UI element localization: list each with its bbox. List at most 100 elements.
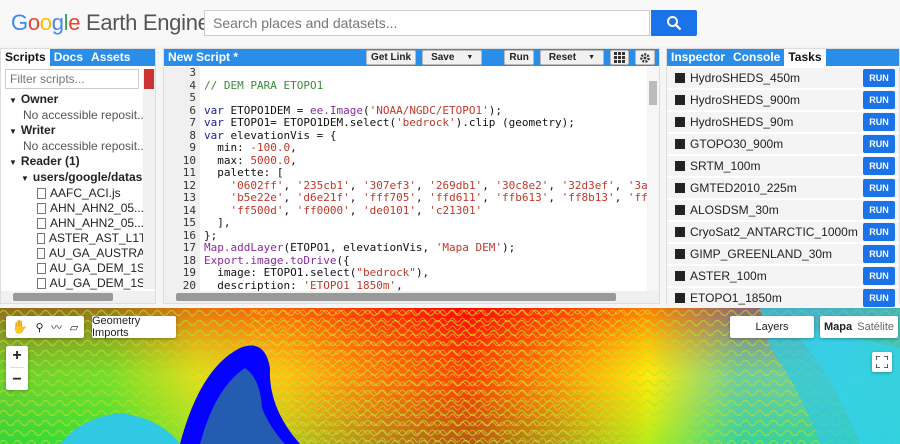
search-input[interactable]: [204, 10, 650, 36]
caret-down-icon: ▼: [9, 127, 17, 136]
task-row: CryoSat2_ANTARCTIC_1000m RUN: [667, 222, 899, 242]
scroll-thumb[interactable]: [13, 293, 113, 301]
tab-console[interactable]: Console: [729, 49, 784, 66]
script-file[interactable]: AHN_AHN2_05...: [1, 201, 155, 216]
tree-writer[interactable]: ▼ Writer: [1, 123, 155, 139]
script-file[interactable]: AHN_AHN2_05...: [1, 216, 155, 231]
code-line[interactable]: ],: [204, 216, 659, 230]
tab-docs[interactable]: Docs: [50, 49, 87, 66]
task-run-button[interactable]: RUN: [863, 289, 895, 307]
marker-icon[interactable]: ⚲: [36, 321, 44, 334]
line-number: 5: [189, 91, 196, 104]
tab-tasks[interactable]: Tasks: [784, 49, 826, 66]
tab-assets[interactable]: Assets: [87, 49, 134, 66]
search-button[interactable]: [651, 10, 697, 36]
file-list: AAFC_ACI.js AHN_AHN2_05... AHN_AHN2_05... A…: [1, 186, 155, 291]
task-run-button[interactable]: RUN: [863, 201, 895, 219]
task-run-button[interactable]: RUN: [863, 267, 895, 285]
tab-inspector[interactable]: Inspector: [667, 49, 729, 66]
logo-earth-engine: Earth Engine: [85, 10, 210, 35]
tree-reader[interactable]: ▼ Reader (1): [1, 154, 155, 170]
dropdown-arrow-icon: ▼: [466, 54, 474, 61]
task-run-button[interactable]: RUN: [863, 91, 895, 109]
tree-owner-label: Owner: [20, 92, 59, 106]
script-file[interactable]: AU_GA_DEM_1S...: [1, 276, 155, 291]
left-horizontal-scrollbar[interactable]: [1, 291, 155, 303]
script-file[interactable]: ASTER_AST_L1T...: [1, 231, 155, 246]
scroll-thumb[interactable]: [649, 81, 657, 105]
scroll-thumb[interactable]: [176, 293, 616, 301]
map-type-satelite[interactable]: Satélite: [857, 321, 894, 333]
script-file[interactable]: AAFC_ACI.js: [1, 186, 155, 201]
task-run-button[interactable]: RUN: [863, 113, 895, 131]
task-run-button[interactable]: RUN: [863, 157, 895, 175]
scroll-thumb[interactable]: [144, 69, 154, 89]
code-area[interactable]: 345678910111213141516171819202122 // DEM…: [164, 67, 659, 291]
task-run-button[interactable]: RUN: [863, 135, 895, 153]
caret-down-icon: ▼: [9, 96, 17, 105]
file-icon: [37, 278, 46, 289]
task-run-button[interactable]: RUN: [863, 245, 895, 263]
task-name: GMTED2010_225m: [675, 181, 797, 195]
apps-button[interactable]: [610, 50, 629, 65]
task-name: HydroSHEDS_450m: [675, 71, 800, 85]
gear-icon: [640, 52, 650, 63]
script-file-label: AU_GA_DEM_1S...: [49, 261, 155, 275]
file-icon: [37, 263, 46, 274]
image-icon: [675, 183, 685, 193]
file-icon: [37, 203, 46, 214]
tree-owner[interactable]: ▼ Owner: [1, 92, 155, 108]
script-file[interactable]: AU_GA_DEM_1S...: [1, 261, 155, 276]
get-link-button[interactable]: Get Link: [366, 50, 417, 65]
line-icon[interactable]: 〰: [51, 319, 62, 335]
map-type-mapa[interactable]: Mapa: [824, 321, 852, 333]
layers-button[interactable]: Layers: [730, 316, 814, 338]
reset-button[interactable]: Reset ▼: [539, 50, 604, 65]
task-label: HydroSHEDS_450m: [690, 71, 801, 85]
task-run-button[interactable]: RUN: [863, 223, 895, 241]
tree-repo[interactable]: ▼ users/google/datas...: [1, 170, 155, 186]
task-run-button[interactable]: RUN: [863, 179, 895, 197]
app-logo[interactable]: Google Earth Engine: [11, 10, 210, 36]
code-horizontal-scrollbar[interactable]: [164, 291, 659, 303]
settings-button[interactable]: [635, 50, 655, 65]
grid-icon: [614, 52, 625, 63]
image-icon: [675, 249, 685, 259]
run-button[interactable]: Run: [504, 50, 534, 65]
code-line[interactable]: description: 'ETOPO1_1850m',: [204, 279, 659, 291]
image-icon: [675, 161, 685, 171]
script-file-label: AHN_AHN2_05...: [50, 216, 145, 230]
image-icon: [675, 271, 685, 281]
polygon-icon[interactable]: ▱: [70, 321, 78, 334]
line-number: 17: [182, 241, 196, 254]
drawing-tools: ✋ ⚲ 〰 ▱: [6, 316, 84, 338]
code-line[interactable]: image: ETOPO1.select("bedrock"),: [204, 266, 659, 280]
code-line[interactable]: 'ff500d', 'ff0000', 'de0101', 'c21301': [204, 204, 659, 218]
zoom-in-button[interactable]: +: [12, 347, 21, 365]
code-lines[interactable]: // DEM PARA ETOPO1 var ETOPO1DEM = ee.Ima…: [204, 67, 659, 291]
task-row: ETOPO1_1850m RUN: [667, 288, 899, 308]
line-number: 19: [182, 266, 196, 279]
writer-info: No accessible reposit...: [23, 139, 148, 153]
owner-info: No accessible reposit...: [23, 108, 148, 122]
task-row: GIMP_GREENLAND_30m RUN: [667, 244, 899, 264]
hand-icon[interactable]: ✋: [12, 319, 28, 335]
filter-scripts-input[interactable]: [5, 69, 139, 89]
code-line[interactable]: var ETOPO1= ETOPO1DEM.select('bedrock').…: [204, 116, 659, 130]
reset-label: Reset: [548, 52, 577, 63]
tab-scripts[interactable]: Scripts: [1, 49, 50, 66]
left-vertical-scrollbar[interactable]: [143, 69, 155, 289]
script-file-label: AAFC_ACI.js: [50, 186, 121, 200]
save-button[interactable]: Save ▼: [422, 50, 483, 65]
geometry-imports-button[interactable]: Geometry Imports: [92, 315, 176, 339]
zoom-out-button[interactable]: −: [12, 371, 21, 389]
caret-down-icon: ▼: [21, 174, 29, 183]
code-vertical-scrollbar[interactable]: [647, 67, 659, 291]
task-run-button[interactable]: RUN: [863, 69, 895, 87]
app-header: Google Earth Engine: [0, 0, 900, 46]
map-view[interactable]: ✋ ⚲ 〰 ▱ Geometry Imports Layers Mapa Sat…: [0, 308, 900, 444]
line-number: 15: [182, 216, 196, 229]
script-file[interactable]: AU_GA_AUSTRA...: [1, 246, 155, 261]
fullscreen-button[interactable]: [872, 352, 892, 372]
code-line[interactable]: // DEM PARA ETOPO1: [204, 79, 659, 93]
